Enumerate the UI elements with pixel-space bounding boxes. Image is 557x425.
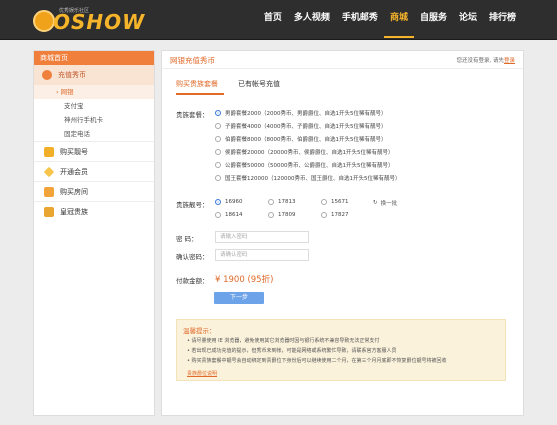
- confirm-password-label: 确认密码：: [176, 253, 209, 261]
- refresh-button[interactable]: ↻ 换一批: [373, 199, 397, 207]
- sidebar-sub-phonecard[interactable]: 神州行手机卡: [34, 113, 154, 127]
- package-text: 男爵套餐2000（2000秀币、男爵爵位、自选1开头5位稀有靓号）: [225, 111, 387, 117]
- radio-icon: [321, 212, 327, 218]
- amount-label: 付款金额：: [176, 277, 209, 285]
- sidebar-home[interactable]: 商城首页: [34, 51, 154, 65]
- nav-mobile[interactable]: 手机邮秀: [336, 0, 384, 40]
- sidebar-section-label: 充值秀币: [58, 71, 86, 79]
- account-option[interactable]: 17813: [268, 199, 296, 205]
- radio-checked-icon: [215, 199, 221, 205]
- number-icon: [44, 146, 54, 157]
- sidebar-item-label: 开通会员: [60, 167, 88, 176]
- nav-forum[interactable]: 论坛: [453, 0, 483, 40]
- diamond-icon: [43, 166, 55, 177]
- package-text: 公爵套餐50000（50000秀币、公爵爵位、自选1开头5位稀有靓号）: [225, 163, 394, 169]
- account-option[interactable]: 18614: [215, 212, 243, 218]
- refresh-label: 换一批: [380, 201, 398, 207]
- main-nav: 首页 多人视频 手机邮秀 商城 自服务 论坛 排行榜: [258, 0, 522, 40]
- radio-icon: [215, 175, 221, 181]
- radio-icon: [268, 199, 274, 205]
- package-option[interactable]: 国王套餐120000（120000秀币、国王爵位、自选1开头5位稀有靓号）: [215, 174, 401, 182]
- account-option[interactable]: 17809: [268, 212, 296, 218]
- account-number: 17813: [278, 199, 296, 205]
- refresh-icon: ↻: [373, 200, 378, 206]
- package-label: 贵族套餐：: [176, 111, 209, 119]
- account-number: 15671: [331, 199, 349, 205]
- tab-bar: 购买贵族套餐 已有帐号充值: [176, 79, 300, 95]
- sidebar-item-label: 购买靓号: [60, 147, 88, 156]
- password-input[interactable]: 请输入密码: [215, 231, 309, 243]
- package-text: 子爵套餐4000（4000秀币、子爵爵位、自选1开头5位稀有靓号）: [225, 124, 387, 130]
- oshow-logo[interactable]: 优秀娱乐社区 OSHOW: [33, 4, 144, 36]
- next-button[interactable]: 下一步: [214, 292, 264, 304]
- logo-text: OSHOW: [53, 10, 146, 34]
- package-option[interactable]: 男爵套餐2000（2000秀币、男爵爵位、自选1开头5位稀有靓号）: [215, 109, 387, 117]
- main-panel: 网银充值秀币 您还没有登录, 请先登录 购买贵族套餐 已有帐号充值 贵族套餐： …: [161, 50, 524, 416]
- sidebar-item-buy-room[interactable]: 购买房间: [34, 181, 154, 201]
- login-tip-text: 您还没有登录, 请先: [456, 58, 504, 64]
- sidebar-item-noble[interactable]: 皇冠贵族: [34, 201, 154, 221]
- password-label: 密 码：: [176, 235, 198, 243]
- tab-buy-package[interactable]: 购买贵族套餐: [176, 79, 224, 95]
- sidebar-item-label: 皇冠贵族: [60, 207, 88, 216]
- sidebar-item-vip[interactable]: 开通会员: [34, 161, 154, 181]
- tab-existing-account[interactable]: 已有帐号充值: [238, 79, 286, 95]
- login-link[interactable]: 登录: [504, 58, 515, 64]
- account-number: 16960: [225, 199, 243, 205]
- sidebar-sub-label: 网银: [60, 88, 74, 96]
- notice-line: • 购买贵族套餐中靓号会自动绑定到贵爵位下身份后可以继续使用二个月，在第三个月月…: [187, 358, 447, 364]
- radio-icon: [215, 136, 221, 142]
- nav-mall[interactable]: 商城: [383, 2, 414, 38]
- notice-title: 温馨提示：: [183, 327, 216, 335]
- room-icon: [44, 186, 54, 197]
- notice-line: • 若出现已成功充值的提示，但秀币未到帐，可能是网络或系统繁忙导致，请联系官方客…: [187, 348, 397, 354]
- nav-multi-video[interactable]: 多人视频: [288, 0, 336, 40]
- account-number: 18614: [225, 212, 243, 218]
- crown-icon: [44, 206, 54, 217]
- radio-checked-icon: [215, 110, 221, 116]
- package-option[interactable]: 侯爵套餐20000（20000秀币、侯爵爵位、自选1开头5位稀有靓号）: [215, 148, 394, 156]
- login-tip: 您还没有登录, 请先登录: [456, 56, 515, 64]
- sidebar-item-label: 购买房间: [60, 187, 88, 196]
- account-number: 17809: [278, 212, 296, 218]
- account-option[interactable]: 16960: [215, 199, 243, 205]
- account-option[interactable]: 17827: [321, 212, 349, 218]
- nav-ranking[interactable]: 排行榜: [483, 0, 522, 40]
- sidebar-sub-alipay[interactable]: 支付宝: [34, 99, 154, 113]
- coin-icon: [42, 70, 52, 80]
- noble-rank-link[interactable]: 贵族爵位说明: [187, 370, 217, 377]
- account-number: 17827: [331, 212, 349, 218]
- radio-icon: [215, 162, 221, 168]
- radio-icon: [268, 212, 274, 218]
- package-text: 伯爵套餐8000（8000秀币、伯爵爵位、自选1开头5位稀有靓号）: [225, 137, 387, 143]
- account-label: 贵族靓号：: [176, 201, 209, 209]
- page-title: 网银充值秀币: [170, 56, 215, 65]
- radio-icon: [321, 199, 327, 205]
- account-option[interactable]: 15671: [321, 199, 349, 205]
- radio-icon: [215, 149, 221, 155]
- sidebar-sub-bank[interactable]: › 网银: [34, 85, 154, 99]
- sidebar-section-recharge[interactable]: 充值秀币: [34, 65, 154, 85]
- sidebar-sub-landline[interactable]: 固定电话: [34, 127, 154, 141]
- package-text: 侯爵套餐20000（20000秀币、侯爵爵位、自选1开头5位稀有靓号）: [225, 150, 394, 156]
- radio-icon: [215, 123, 221, 129]
- confirm-password-input[interactable]: 请确认密码: [215, 249, 309, 261]
- sidebar-item-buy-number[interactable]: 购买靓号: [34, 141, 154, 161]
- logo-crown-icon: [33, 10, 55, 32]
- amount-value: ¥ 1900 (95折): [215, 275, 274, 285]
- package-option[interactable]: 伯爵套餐8000（8000秀币、伯爵爵位、自选1开头5位稀有靓号）: [215, 135, 387, 143]
- nav-home[interactable]: 首页: [258, 0, 288, 40]
- top-navigation-bar: 优秀娱乐社区 OSHOW 首页 多人视频 手机邮秀 商城 自服务 论坛 排行榜: [0, 0, 557, 40]
- notice-line: • 请尽量使用 IE 浏览器，避免使用其它浏览器时因与银行系统不兼容导致无法正常…: [187, 338, 380, 344]
- radio-icon: [215, 212, 221, 218]
- nav-self-service[interactable]: 自服务: [414, 0, 453, 40]
- panel-header: 网银充值秀币 您还没有登录, 请先登录: [162, 51, 523, 69]
- sidebar: 商城首页 充值秀币 › 网银 支付宝 神州行手机卡 固定电话 购买靓号 开通会员…: [33, 50, 155, 416]
- package-text: 国王套餐120000（120000秀币、国王爵位、自选1开头5位稀有靓号）: [225, 176, 401, 182]
- notice-box: 温馨提示： • 请尽量使用 IE 浏览器，避免使用其它浏览器时因与银行系统不兼容…: [176, 319, 506, 381]
- package-option[interactable]: 公爵套餐50000（50000秀币、公爵爵位、自选1开头5位稀有靓号）: [215, 161, 394, 169]
- package-option[interactable]: 子爵套餐4000（4000秀币、子爵爵位、自选1开头5位稀有靓号）: [215, 122, 387, 130]
